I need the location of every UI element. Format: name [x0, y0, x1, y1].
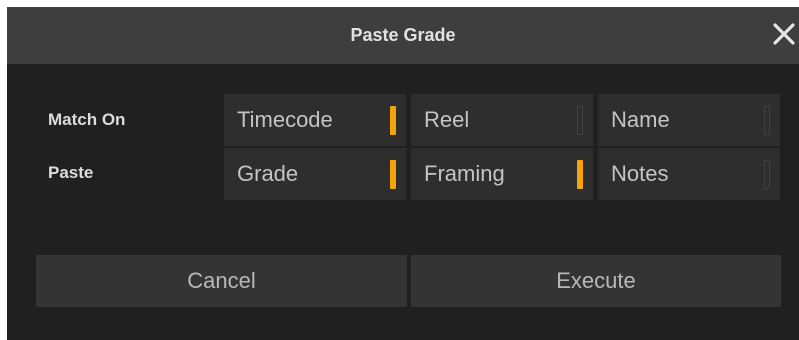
paste-framing-indicator: [577, 160, 583, 189]
paste-grade-toggle[interactable]: Grade: [224, 148, 406, 200]
dialog-title: Paste Grade: [350, 25, 456, 45]
paste-framing-toggle[interactable]: Framing: [411, 148, 593, 200]
paste-notes-toggle[interactable]: Notes: [598, 148, 780, 200]
match-on-reel-toggle[interactable]: Reel: [411, 94, 593, 146]
close-icon[interactable]: [771, 21, 797, 47]
match-on-name-indicator: [764, 106, 770, 135]
match-on-timecode-toggle[interactable]: Timecode: [224, 94, 406, 146]
match-on-label: Match On: [48, 110, 126, 129]
paste-label: Paste: [48, 163, 94, 182]
cancel-button[interactable]: Cancel: [36, 255, 407, 307]
match-on-timecode-label: Timecode: [237, 107, 333, 132]
match-on-name-label: Name: [611, 107, 670, 132]
match-on-name-toggle[interactable]: Name: [598, 94, 780, 146]
match-on-reel-indicator: [577, 106, 583, 135]
match-on-timecode-indicator: [390, 106, 396, 135]
execute-button[interactable]: Execute: [411, 255, 781, 307]
close-icon-glyph: [773, 23, 795, 45]
dialog-titlebar: Paste Grade: [7, 7, 799, 64]
paste-grade-indicator: [390, 160, 396, 189]
paste-notes-label: Notes: [611, 161, 669, 186]
paste-grade-dialog: Paste Grade Match On Timecode Reel Name …: [7, 7, 799, 340]
paste-grade-label: Grade: [237, 161, 299, 186]
paste-notes-indicator: [764, 160, 770, 189]
paste-framing-label: Framing: [424, 161, 505, 186]
match-on-reel-label: Reel: [424, 107, 470, 132]
